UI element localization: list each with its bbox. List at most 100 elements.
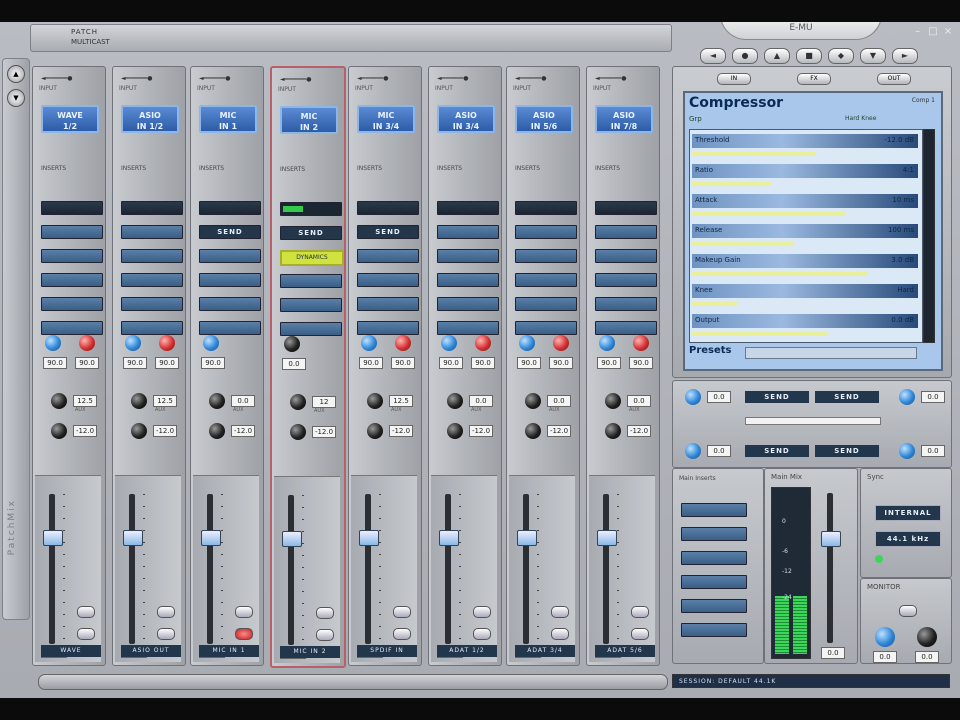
fader-handle[interactable] xyxy=(123,530,143,546)
monitor-knob-left[interactable] xyxy=(875,627,895,647)
aux-knob-1[interactable] xyxy=(209,393,225,409)
insert-slot[interactable] xyxy=(41,321,103,335)
mute-button[interactable] xyxy=(235,606,253,618)
insert-slot[interactable] xyxy=(121,321,183,335)
solo-button[interactable] xyxy=(77,628,95,640)
solo-button[interactable] xyxy=(551,628,569,640)
fader-handle[interactable] xyxy=(359,530,379,546)
insert-slot[interactable] xyxy=(41,225,103,239)
aux-knob-2[interactable] xyxy=(525,423,541,439)
insert-slot[interactable] xyxy=(199,321,261,335)
tab-fx[interactable]: FX xyxy=(797,73,831,85)
parameter-row[interactable]: Attack 10 ms xyxy=(692,194,918,208)
channel-name[interactable]: SPDIF IN xyxy=(357,645,417,657)
insert-slot[interactable] xyxy=(437,225,499,239)
send-button-4[interactable]: SEND xyxy=(815,445,879,457)
minimize-button[interactable]: – xyxy=(912,26,924,37)
pan-knob[interactable] xyxy=(395,335,411,351)
mute-button[interactable] xyxy=(631,606,649,618)
toolbar-button-6[interactable]: ▼ xyxy=(860,48,886,64)
toolbar-button-3[interactable]: ▲ xyxy=(764,48,790,64)
insert-slot[interactable] xyxy=(437,273,499,287)
fader-handle[interactable] xyxy=(282,531,302,547)
send-knob[interactable] xyxy=(361,335,377,351)
channel-name[interactable]: WAVE xyxy=(41,645,101,657)
insert-slot[interactable] xyxy=(280,298,342,312)
insert-slot[interactable] xyxy=(357,297,419,311)
insert-slot[interactable] xyxy=(515,297,577,311)
send-knob[interactable] xyxy=(203,335,219,351)
insert-slot[interactable] xyxy=(437,249,499,263)
main-insert-slot-6[interactable] xyxy=(681,623,747,637)
input-source-display[interactable]: WAVE 1/2 xyxy=(41,105,99,133)
maximize-button[interactable]: □ xyxy=(927,26,939,37)
insert-slot[interactable] xyxy=(595,321,657,335)
insert-slot[interactable] xyxy=(515,273,577,287)
input-source-display[interactable]: MIC IN 3/4 xyxy=(357,105,415,133)
input-select-arrow[interactable]: ◄━━━━━━● xyxy=(595,75,651,83)
tab-out[interactable]: OUT xyxy=(877,73,911,85)
send-button[interactable]: SEND xyxy=(280,226,342,240)
send-knob-4[interactable] xyxy=(899,443,915,459)
input-source-display[interactable]: MIC IN 2 xyxy=(280,106,338,134)
send-knob-2[interactable] xyxy=(899,389,915,405)
channel-name[interactable]: MIC IN 1 xyxy=(199,645,259,657)
aux-knob-2[interactable] xyxy=(367,423,383,439)
parameter-level-bar[interactable] xyxy=(692,332,828,336)
solo-button[interactable] xyxy=(473,628,491,640)
insert-slot[interactable] xyxy=(357,273,419,287)
insert-slot[interactable] xyxy=(437,321,499,335)
aux-knob-1[interactable] xyxy=(131,393,147,409)
insert-slot[interactable] xyxy=(515,249,577,263)
insert-slot[interactable] xyxy=(121,249,183,263)
input-source-display[interactable]: ASIO IN 7/8 xyxy=(595,105,653,133)
parameter-level-bar[interactable] xyxy=(692,182,771,186)
parameter-level-bar[interactable] xyxy=(692,242,794,246)
input-level-meter[interactable] xyxy=(595,201,657,215)
pan-knob[interactable] xyxy=(79,335,95,351)
send-knob[interactable] xyxy=(125,335,141,351)
input-source-display[interactable]: ASIO IN 5/6 xyxy=(515,105,573,133)
parameter-row[interactable]: Ratio 4:1 xyxy=(692,164,918,178)
input-level-meter[interactable] xyxy=(357,201,419,215)
aux-knob-2[interactable] xyxy=(447,423,463,439)
aux-knob-2[interactable] xyxy=(51,423,67,439)
monitor-mute-button[interactable] xyxy=(899,605,917,617)
pan-knob[interactable] xyxy=(553,335,569,351)
insert-slot[interactable] xyxy=(121,273,183,287)
input-select-arrow[interactable]: ◄━━━━━━● xyxy=(199,75,255,83)
parameter-level-bar[interactable] xyxy=(692,212,846,216)
main-insert-slot-2[interactable] xyxy=(681,527,747,541)
toolbar-button-4[interactable]: ■ xyxy=(796,48,822,64)
parameter-scrollbar[interactable] xyxy=(923,129,935,343)
dynamics-insert-slot[interactable]: DYNAMICS xyxy=(280,250,344,266)
toolbar-button-5[interactable]: ◆ xyxy=(828,48,854,64)
input-select-arrow[interactable]: ◄━━━━━━● xyxy=(121,75,177,83)
insert-slot[interactable] xyxy=(357,321,419,335)
rail-scroll-up-button[interactable]: ▲ xyxy=(7,65,25,83)
insert-slot[interactable] xyxy=(515,225,577,239)
insert-slot[interactable] xyxy=(41,297,103,311)
input-level-meter[interactable] xyxy=(437,201,499,215)
input-level-meter[interactable] xyxy=(199,201,261,215)
monitor-knob-right[interactable] xyxy=(917,627,937,647)
mute-button[interactable] xyxy=(393,606,411,618)
fader-handle[interactable] xyxy=(439,530,459,546)
main-insert-slot-1[interactable] xyxy=(681,503,747,517)
input-level-meter[interactable] xyxy=(121,201,183,215)
insert-slot[interactable] xyxy=(280,274,342,288)
send-knob[interactable] xyxy=(519,335,535,351)
channel-name[interactable]: MIC IN 2 xyxy=(280,646,340,658)
parameter-row[interactable]: Makeup Gain 3.0 dB xyxy=(692,254,918,268)
input-level-meter[interactable] xyxy=(280,202,342,216)
input-select-arrow[interactable]: ◄━━━━━━● xyxy=(357,75,413,83)
send-knob[interactable] xyxy=(599,335,615,351)
close-button[interactable]: × xyxy=(942,26,954,37)
main-fader-handle[interactable] xyxy=(821,531,841,547)
mute-button[interactable] xyxy=(473,606,491,618)
parameter-level-bar[interactable] xyxy=(692,302,737,306)
send-button[interactable]: SEND xyxy=(199,225,261,239)
send-knob-1[interactable] xyxy=(685,389,701,405)
send-slider[interactable] xyxy=(745,417,881,425)
parameter-level-bar[interactable] xyxy=(692,152,816,156)
